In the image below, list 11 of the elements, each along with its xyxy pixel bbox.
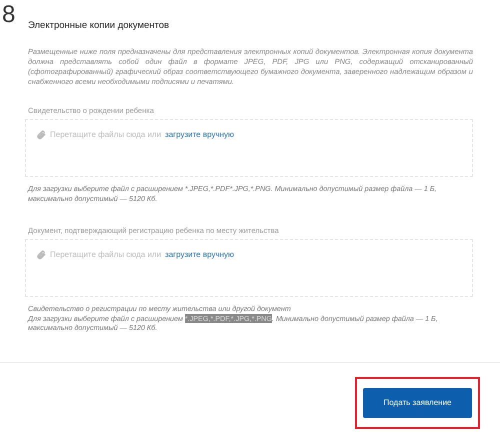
submit-button[interactable]: Подать заявление [363, 388, 472, 418]
upload-link[interactable]: загрузите вручную [165, 250, 234, 260]
drop-hint-text: Перетащите файлы сюда или [50, 130, 162, 140]
section-title: Электронные копии документов [28, 19, 170, 33]
file-drop-zone[interactable]: Перетащите файлы сюда или загрузите вручную [25, 119, 473, 178]
upload-link[interactable]: загрузите вручную [165, 130, 234, 140]
paperclip-icon [36, 250, 46, 260]
file-drop-zone[interactable]: Перетащите файлы сюда или загрузите вручную [25, 239, 473, 298]
drop-hint-text: Перетащите файлы сюда или [50, 250, 162, 260]
step-number: 8 [2, 2, 16, 28]
paperclip-icon [36, 130, 46, 140]
